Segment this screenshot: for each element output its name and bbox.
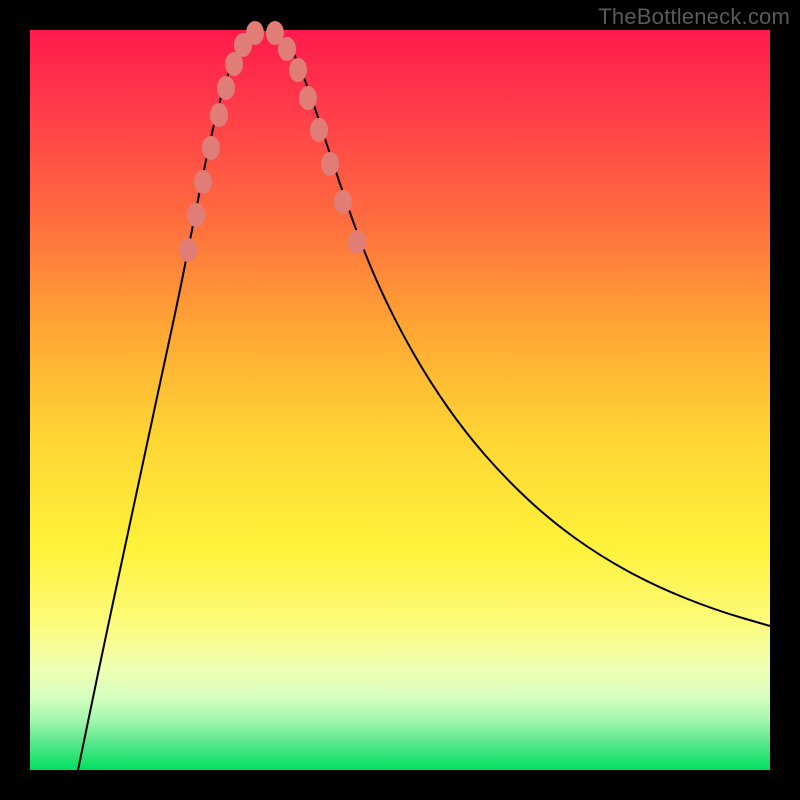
bead-right-5 bbox=[321, 152, 339, 176]
bottleneck-curve bbox=[78, 30, 770, 770]
chart-frame bbox=[30, 30, 770, 770]
watermark-text: TheBottleneck.com bbox=[598, 4, 790, 30]
bead-left-2 bbox=[194, 170, 212, 194]
bead-right-3 bbox=[299, 86, 317, 110]
bead-left-8 bbox=[246, 21, 264, 45]
beads-left-group bbox=[179, 21, 264, 262]
bead-right-2 bbox=[289, 58, 307, 82]
bead-right-1 bbox=[278, 37, 296, 61]
bead-left-1 bbox=[187, 203, 205, 227]
bead-left-0 bbox=[179, 238, 197, 262]
bead-left-5 bbox=[217, 76, 235, 100]
bead-right-4 bbox=[310, 118, 328, 142]
bead-left-3 bbox=[202, 136, 220, 160]
beads-right-group bbox=[266, 21, 366, 254]
bead-left-4 bbox=[210, 103, 228, 127]
bead-right-7 bbox=[348, 230, 366, 254]
bead-right-6 bbox=[334, 190, 352, 214]
bottleneck-plot bbox=[30, 30, 770, 770]
